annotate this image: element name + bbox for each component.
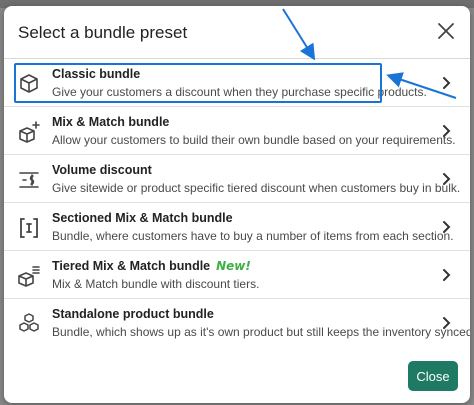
preset-title: Volume discount	[52, 163, 152, 177]
preset-title: Tiered Mix & Match bundle New!	[52, 259, 251, 273]
sectioned-bracket-icon	[18, 217, 40, 239]
preset-description: Mix & Match bundle with discount tiers.	[52, 277, 260, 291]
preset-title: Mix & Match bundle	[52, 115, 170, 129]
preset-sectioned-mix-match-bundle[interactable]: Sectioned Mix & Match bundle Bundle, whe…	[4, 203, 470, 251]
stacked-boxes-icon	[18, 313, 40, 335]
preset-title: Sectioned Mix & Match bundle	[52, 211, 233, 225]
preset-title-text: Tiered Mix & Match bundle	[52, 259, 211, 273]
preset-description: Allow your customers to build their own …	[52, 133, 456, 147]
preset-standalone-product-bundle[interactable]: Standalone product bundle Bundle, which …	[4, 299, 470, 347]
modal-header: Select a bundle preset	[4, 6, 470, 59]
preset-description: Give sitewide or product specific tiered…	[52, 181, 461, 195]
close-icon[interactable]	[434, 19, 458, 43]
new-badge: New!	[216, 259, 251, 273]
bundle-preset-modal: Select a bundle preset Classic bundle Gi…	[4, 6, 470, 403]
preset-title: Standalone product bundle	[52, 307, 214, 321]
chevron-right-icon	[441, 316, 453, 330]
preset-title: Classic bundle	[52, 67, 141, 81]
modal-title: Select a bundle preset	[18, 23, 188, 42]
preset-description: Give your customers a discount when they…	[52, 85, 427, 99]
preset-mix-match-bundle[interactable]: Mix & Match bundle Allow your customers …	[4, 107, 470, 155]
box-icon	[18, 73, 40, 95]
box-plus-icon	[18, 121, 40, 143]
preset-description: Bundle, which shows up as it's own produ…	[52, 325, 470, 339]
chevron-right-icon	[441, 220, 453, 234]
preset-tiered-mix-match-bundle[interactable]: Tiered Mix & Match bundle New! Mix & Matc…	[4, 251, 470, 299]
chevron-right-icon	[441, 124, 453, 138]
close-button[interactable]: Close	[408, 361, 458, 391]
tiered-box-icon	[18, 265, 40, 287]
chevron-right-icon	[441, 268, 453, 282]
preset-volume-discount[interactable]: Volume discount Give sitewide or product…	[4, 155, 470, 203]
preset-classic-bundle[interactable]: Classic bundle Give your customers a dis…	[4, 59, 470, 107]
preset-list: Classic bundle Give your customers a dis…	[4, 59, 470, 347]
modal-footer: Close	[4, 351, 470, 403]
preset-description: Bundle, where customers have to buy a nu…	[52, 229, 454, 243]
chevron-right-icon	[441, 76, 453, 90]
volume-discount-icon	[18, 169, 40, 191]
chevron-right-icon	[441, 172, 453, 186]
